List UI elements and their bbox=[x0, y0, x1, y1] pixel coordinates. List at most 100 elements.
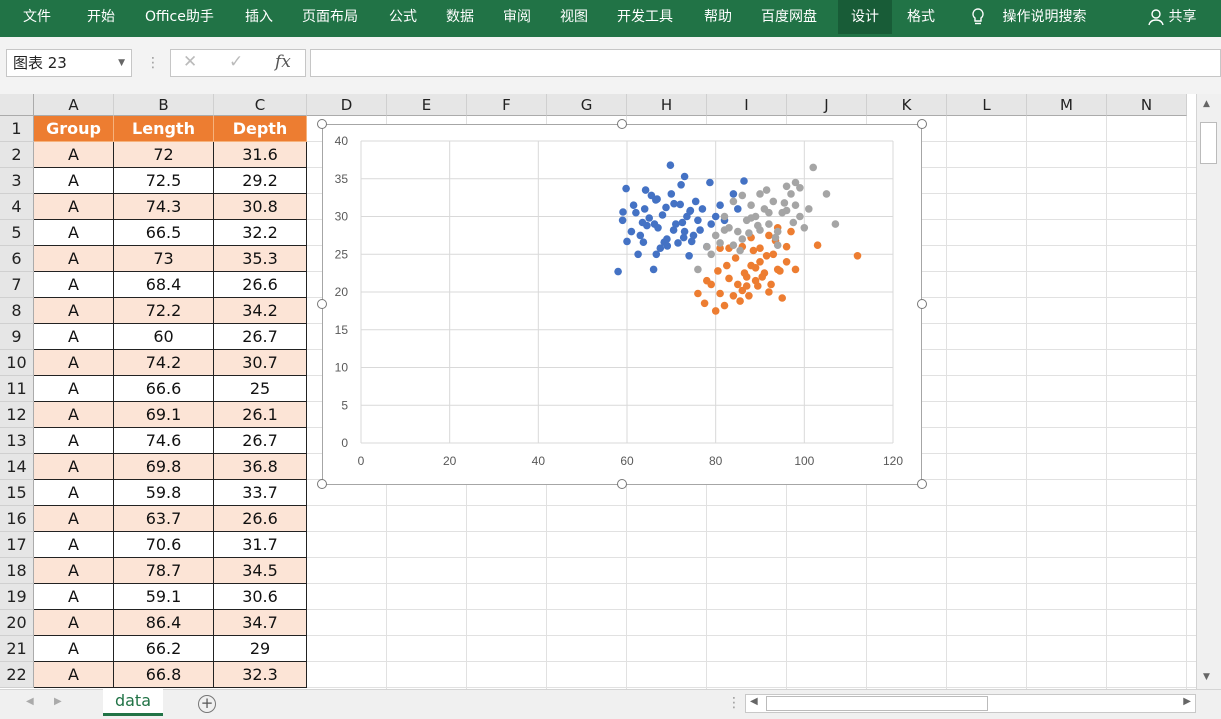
table-cell[interactable]: 74.3 bbox=[114, 194, 214, 220]
table-cell[interactable]: A bbox=[34, 272, 114, 298]
table-cell[interactable]: 66.8 bbox=[114, 662, 214, 688]
column-header-b[interactable]: B bbox=[114, 94, 214, 116]
table-cell[interactable]: 68.4 bbox=[114, 272, 214, 298]
table-cell[interactable]: A bbox=[34, 636, 114, 662]
row-header-21[interactable]: 21 bbox=[0, 636, 34, 662]
row-header-22[interactable]: 22 bbox=[0, 662, 34, 688]
table-cell[interactable]: 66.2 bbox=[114, 636, 214, 662]
tell-me-search[interactable]: 操作说明搜索 bbox=[970, 0, 1086, 34]
row-header-8[interactable]: 8 bbox=[0, 298, 34, 324]
tab-formulas[interactable]: 公式 bbox=[389, 0, 417, 34]
table-cell[interactable]: 25 bbox=[214, 376, 307, 402]
table-cell[interactable]: 34.7 bbox=[214, 610, 307, 636]
add-sheet-button[interactable]: + bbox=[198, 695, 216, 713]
column-header-g[interactable]: G bbox=[547, 94, 627, 116]
table-cell[interactable]: 29.2 bbox=[214, 168, 307, 194]
row-header-15[interactable]: 15 bbox=[0, 480, 34, 506]
table-cell[interactable]: A bbox=[34, 142, 114, 168]
row-header-11[interactable]: 11 bbox=[0, 376, 34, 402]
table-cell[interactable]: A bbox=[34, 454, 114, 480]
tab-format[interactable]: 格式 bbox=[907, 0, 935, 34]
table-cell[interactable]: A bbox=[34, 506, 114, 532]
sheet-next-icon[interactable]: ▶ bbox=[54, 696, 62, 707]
vertical-scroll-thumb[interactable] bbox=[1200, 122, 1217, 164]
row-header-19[interactable]: 19 bbox=[0, 584, 34, 610]
table-cell[interactable]: 63.7 bbox=[114, 506, 214, 532]
row-header-2[interactable]: 2 bbox=[0, 142, 34, 168]
row-header-17[interactable]: 17 bbox=[0, 532, 34, 558]
column-header-a[interactable]: A bbox=[34, 94, 114, 116]
table-cell[interactable]: 33.7 bbox=[214, 480, 307, 506]
table-cell[interactable]: A bbox=[34, 298, 114, 324]
row-header-5[interactable]: 5 bbox=[0, 220, 34, 246]
sheet-tab-data[interactable]: data bbox=[103, 689, 163, 716]
table-cell[interactable]: 66.6 bbox=[114, 376, 214, 402]
row-header-13[interactable]: 13 bbox=[0, 428, 34, 454]
table-cell[interactable]: 26.1 bbox=[214, 402, 307, 428]
table-cell[interactable]: A bbox=[34, 220, 114, 246]
resize-handle-bottom[interactable] bbox=[617, 479, 627, 489]
table-cell[interactable]: A bbox=[34, 194, 114, 220]
resize-handle-bottom-left[interactable] bbox=[317, 479, 327, 489]
row-header-1[interactable]: 1 bbox=[0, 116, 34, 142]
row-header-16[interactable]: 16 bbox=[0, 506, 34, 532]
table-cell[interactable]: A bbox=[34, 246, 114, 272]
name-box[interactable]: 图表 23 ▼ bbox=[6, 49, 132, 77]
horizontal-scrollbar[interactable]: ◀ ▶ bbox=[745, 694, 1196, 713]
table-cell[interactable]: 69.8 bbox=[114, 454, 214, 480]
table-cell[interactable]: 36.8 bbox=[214, 454, 307, 480]
formula-input[interactable] bbox=[310, 49, 1221, 77]
table-cell[interactable]: 73 bbox=[114, 246, 214, 272]
row-header-6[interactable]: 6 bbox=[0, 246, 34, 272]
resize-handle-top[interactable] bbox=[617, 119, 627, 129]
table-cell[interactable]: 72.5 bbox=[114, 168, 214, 194]
table-cell[interactable]: A bbox=[34, 428, 114, 454]
row-header-4[interactable]: 4 bbox=[0, 194, 34, 220]
resize-handle-bottom-right[interactable] bbox=[917, 479, 927, 489]
tab-insert[interactable]: 插入 bbox=[245, 0, 273, 34]
scroll-left-icon[interactable]: ◀ bbox=[750, 696, 758, 707]
table-cell[interactable]: 31.6 bbox=[214, 142, 307, 168]
scroll-down-icon[interactable]: ▼ bbox=[1203, 672, 1210, 682]
row-header-3[interactable]: 3 bbox=[0, 168, 34, 194]
table-cell[interactable]: 31.7 bbox=[214, 532, 307, 558]
column-header-h[interactable]: H bbox=[627, 94, 707, 116]
column-header-i[interactable]: I bbox=[707, 94, 787, 116]
table-cell[interactable]: 74.2 bbox=[114, 350, 214, 376]
row-header-18[interactable]: 18 bbox=[0, 558, 34, 584]
column-header-l[interactable]: L bbox=[947, 94, 1027, 116]
table-cell[interactable]: A bbox=[34, 532, 114, 558]
table-cell[interactable]: 74.6 bbox=[114, 428, 214, 454]
tab-design[interactable]: 设计 bbox=[838, 0, 892, 34]
column-header-k[interactable]: K bbox=[867, 94, 947, 116]
table-cell[interactable]: 72 bbox=[114, 142, 214, 168]
scatter-chart[interactable]: 0 20 40 60 80 100 120 0 5 10 15 20 25 30 35 40 bbox=[322, 124, 922, 485]
table-cell[interactable]: 60 bbox=[114, 324, 214, 350]
column-header-c[interactable]: C bbox=[214, 94, 307, 116]
table-cell[interactable]: 30.8 bbox=[214, 194, 307, 220]
column-header-m[interactable]: M bbox=[1027, 94, 1107, 116]
tab-baidu-netdisk[interactable]: 百度网盘 bbox=[761, 0, 817, 34]
table-cell[interactable]: A bbox=[34, 584, 114, 610]
scroll-right-icon[interactable]: ▶ bbox=[1183, 696, 1191, 707]
table-cell[interactable]: 26.7 bbox=[214, 324, 307, 350]
table-cell[interactable]: 34.5 bbox=[214, 558, 307, 584]
table-cell[interactable]: 59.1 bbox=[114, 584, 214, 610]
table-cell[interactable]: 29 bbox=[214, 636, 307, 662]
header-cell-group[interactable]: Group bbox=[34, 116, 114, 142]
horizontal-scroll-thumb[interactable] bbox=[766, 696, 988, 711]
table-cell[interactable]: 26.6 bbox=[214, 506, 307, 532]
share-button[interactable]: 共享 bbox=[1148, 0, 1196, 34]
row-header-14[interactable]: 14 bbox=[0, 454, 34, 480]
scroll-up-icon[interactable]: ▲ bbox=[1203, 99, 1210, 109]
table-cell[interactable]: 30.7 bbox=[214, 350, 307, 376]
column-header-f[interactable]: F bbox=[467, 94, 547, 116]
table-cell[interactable]: A bbox=[34, 376, 114, 402]
table-cell[interactable]: 35.3 bbox=[214, 246, 307, 272]
insert-function-icon[interactable]: fx bbox=[275, 52, 291, 72]
tab-page-layout[interactable]: 页面布局 bbox=[302, 0, 358, 34]
resize-handle-left[interactable] bbox=[317, 299, 327, 309]
table-cell[interactable]: A bbox=[34, 558, 114, 584]
row-header-9[interactable]: 9 bbox=[0, 324, 34, 350]
table-cell[interactable]: 30.6 bbox=[214, 584, 307, 610]
